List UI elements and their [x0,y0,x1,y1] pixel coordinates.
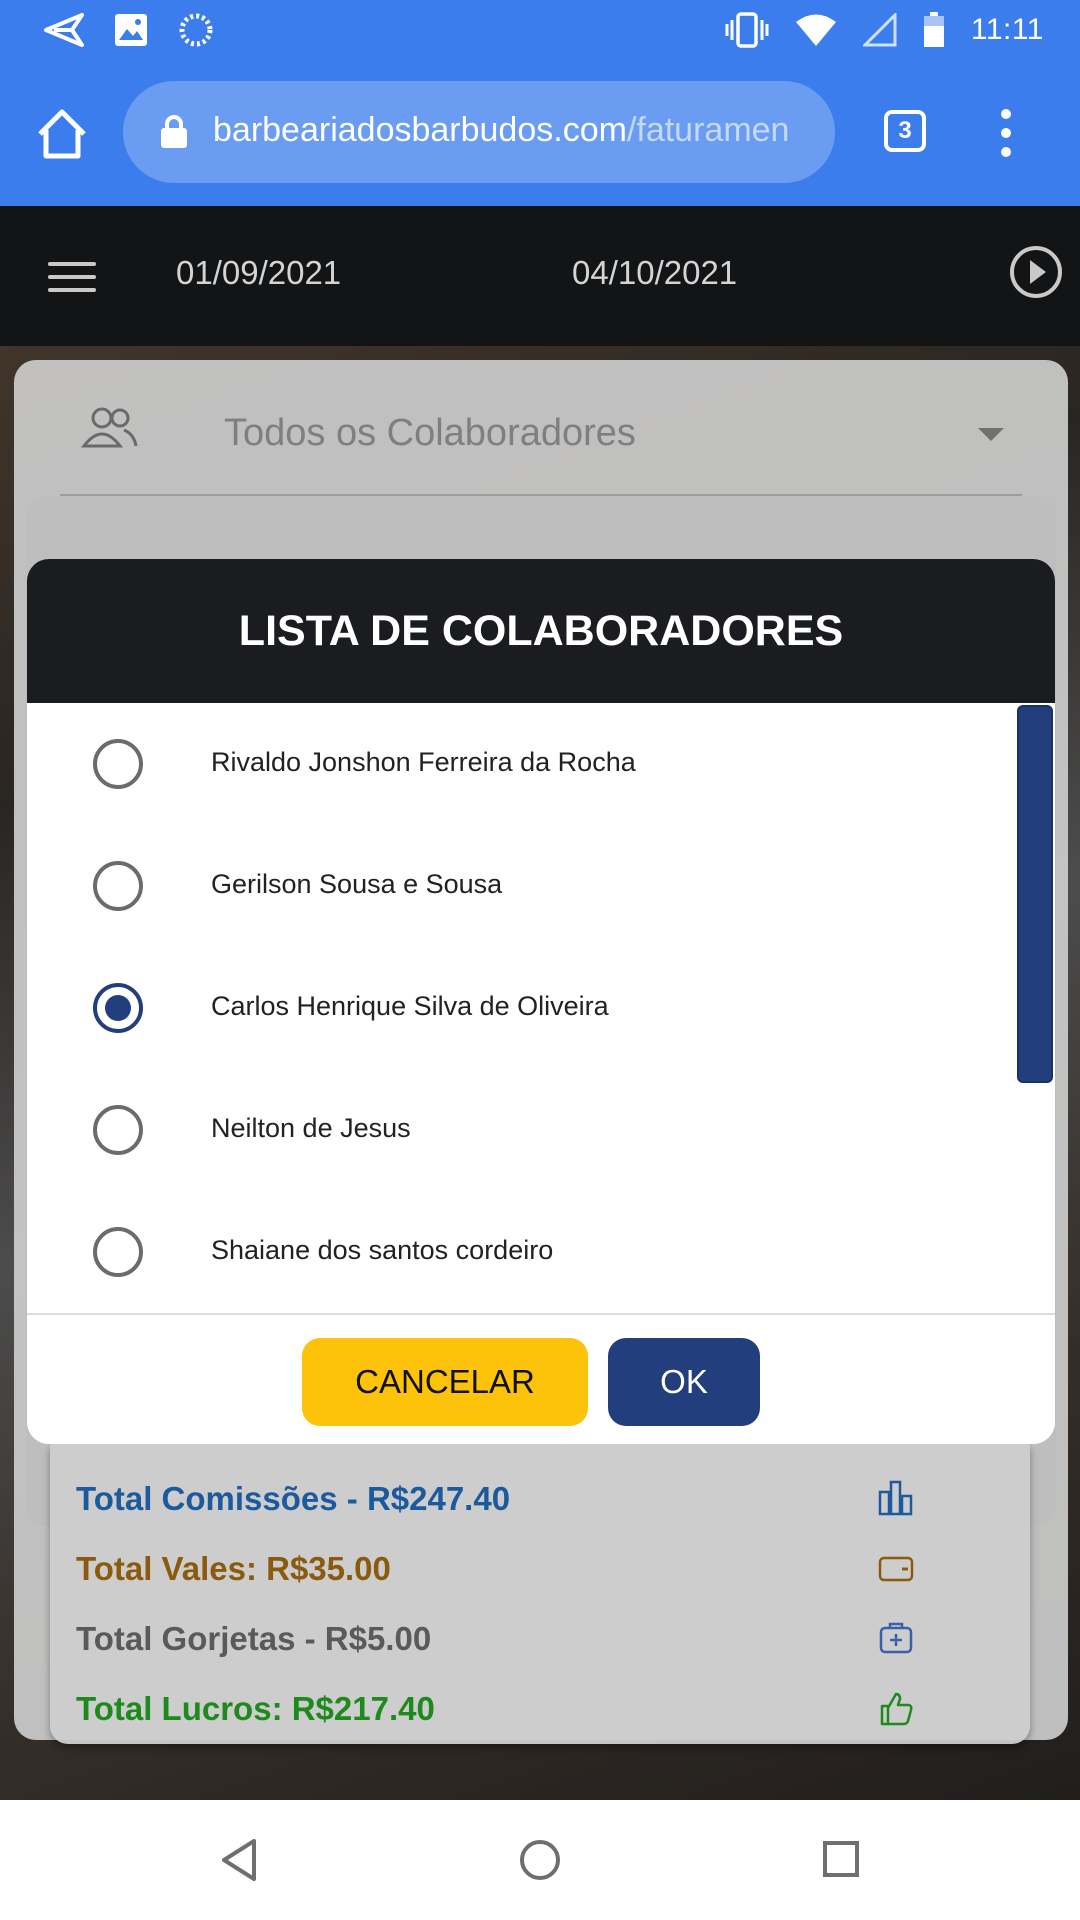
wifi-icon [795,14,836,46]
dialog-actions: CANCELAR OK [27,1313,1055,1444]
collaborator-option[interactable]: Shaiane dos santos cordeiro [27,1191,1017,1313]
home-circle-icon[interactable] [518,1838,562,1882]
total-vales: Total Vales: R$35.00 [76,1550,391,1587]
url-text: barbeariadosbarbudos.com/faturamen [213,111,790,149]
send-icon [44,13,84,47]
dialog-title: LISTA DE COLABORADORES [27,559,1055,703]
totals-card: Total Comissões - R$247.40 Total Vales: … [50,1444,1030,1744]
signal-icon [862,13,897,47]
people-icon [80,407,138,448]
lock-icon [161,115,187,148]
wallet-icon [878,1556,914,1582]
tab-switcher-button[interactable]: 3 [884,110,926,152]
system-nav-bar [0,1800,1080,1920]
loading-icon [179,13,213,47]
collaborator-name: Rivaldo Jonshon Ferreira da Rocha [211,747,636,777]
collaborator-name: Gerilson Sousa e Sousa [211,869,503,899]
collaborator-option[interactable]: Neilton de Jesus [27,1069,1017,1191]
thumbs-up-icon [880,1692,913,1726]
browser-toolbar: barbeariadosbarbudos.com/faturamen 3 [0,63,1080,206]
collaborator-select-value: Todos os Colaboradores [224,412,636,454]
collaborator-option[interactable]: Carlos Henrique Silva de Oliveira [27,947,1017,1069]
clock: 11:11 [970,13,1044,46]
start-date[interactable]: 01/09/2021 [176,254,341,292]
end-date[interactable]: 04/10/2021 [572,254,737,292]
chevron-down-icon [978,428,1004,441]
vibrate-icon [725,12,769,48]
radio-button[interactable] [93,1105,143,1155]
collaborator-name: Carlos Henrique Silva de Oliveira [211,991,609,1021]
radio-button[interactable] [93,861,143,911]
collaborators-dialog: LISTA DE COLABORADORES Rivaldo Jonshon F… [27,559,1055,1444]
menu-icon[interactable] [48,262,96,292]
collaborator-option[interactable]: Rivaldo Jonshon Ferreira da Rocha [27,703,1017,825]
radio-button[interactable] [93,739,143,789]
app-header: 01/09/2021 04/10/2021 [0,206,1080,346]
collaborator-select[interactable]: Todos os Colaboradores [60,360,1022,496]
medkit-icon [879,1622,913,1654]
total-comissoes: Total Comissões - R$247.40 [76,1480,511,1517]
image-icon [115,14,147,46]
ok-button[interactable]: OK [608,1338,760,1426]
address-bar[interactable]: barbeariadosbarbudos.com/faturamen [123,81,835,183]
chart-bar-icon [878,1480,913,1516]
status-bar: 11:11 [0,0,1080,63]
overflow-menu-icon[interactable] [998,108,1014,158]
total-gorjetas: Total Gorjetas - R$5.00 [76,1620,432,1657]
radio-button[interactable] [93,1227,143,1277]
back-icon[interactable] [220,1838,258,1882]
list-scrollbar[interactable] [1017,705,1053,1083]
home-icon[interactable] [34,106,90,162]
recents-icon[interactable] [822,1840,860,1878]
collaborator-option[interactable]: Gerilson Sousa e Sousa [27,825,1017,947]
play-icon[interactable] [1008,244,1064,300]
collaborator-name: Neilton de Jesus [211,1113,411,1143]
radio-button-selected[interactable] [93,983,143,1033]
battery-icon [923,12,944,47]
total-lucros: Total Lucros: R$217.40 [76,1690,435,1727]
collaborator-name: Shaiane dos santos cordeiro [211,1235,554,1265]
cancel-button[interactable]: CANCELAR [302,1338,588,1426]
